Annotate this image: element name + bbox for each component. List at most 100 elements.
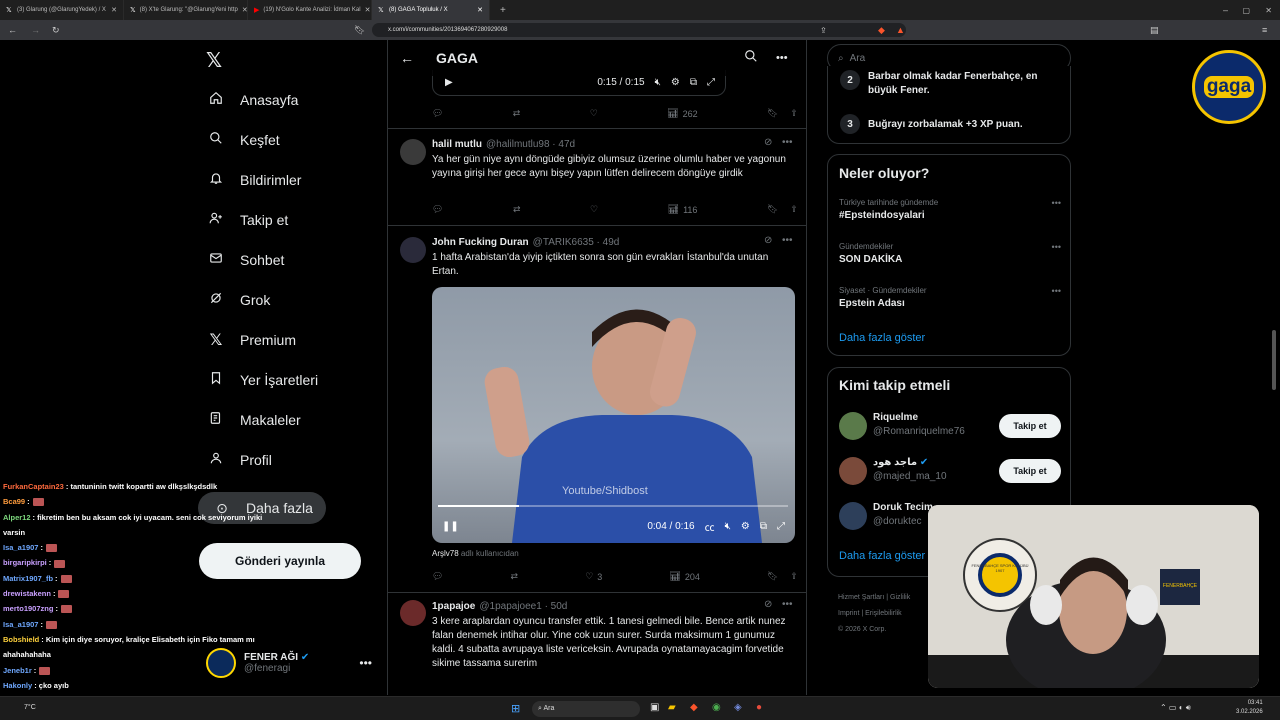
chat-username[interactable]: Bca99 — [3, 497, 25, 506]
close-window-icon[interactable]: ✕ — [1265, 6, 1272, 15]
more-icon[interactable]: ••• — [359, 656, 372, 670]
nav-item-premium[interactable]: 𝕏 Premium — [200, 320, 380, 360]
captions-icon[interactable]: ㏄ — [705, 519, 715, 534]
clock[interactable]: 03:41 3.02.2026 — [1236, 699, 1263, 717]
settings-icon[interactable]: ⚙ — [741, 521, 750, 532]
chat-username[interactable]: birgaripkirpi — [3, 558, 47, 567]
mute-icon[interactable]: 🔇︎ — [725, 521, 731, 532]
trend-item[interactable]: Türkiye tarihinde gündemde #Epsteindosya… — [839, 198, 1061, 221]
folder-icon[interactable]: ▰ — [668, 702, 676, 713]
like-icon[interactable]: ♡ 3 — [585, 571, 602, 582]
back-arrow-icon[interactable]: ← — [400, 50, 414, 66]
more-icon[interactable]: ••• — [782, 599, 793, 610]
search-icon[interactable] — [744, 49, 758, 68]
tweet[interactable]: halil mutlu @halilmutlu98 · 47d ⊘ ••• Ya … — [388, 129, 806, 226]
nav-item-follow[interactable]: Takip et — [200, 200, 380, 240]
like-icon[interactable]: ♡ — [590, 108, 598, 119]
follow-button[interactable]: Takip et — [999, 414, 1061, 438]
browser-tab[interactable]: 𝕏 (8) X'te Glarung: "@GlarungYeni http ✕ — [124, 0, 248, 20]
obs-icon[interactable]: ● — [756, 702, 762, 713]
close-tab-icon[interactable]: ✕ — [242, 6, 247, 14]
chat-username[interactable]: Isa_a1907 — [3, 543, 38, 552]
show-more-link[interactable]: Daha fazla göster — [839, 332, 925, 344]
chat-username[interactable]: Bobshield — [3, 635, 39, 644]
follow-button[interactable]: Takip et — [999, 459, 1061, 483]
share-icon[interactable]: ⇪ — [790, 571, 798, 582]
more-icon[interactable]: ••• — [776, 52, 788, 64]
minimize-icon[interactable]: – — [1223, 5, 1228, 15]
grok-icon[interactable]: ⊘ — [764, 599, 772, 610]
chat-username[interactable]: Alper12 — [3, 513, 31, 522]
nav-item-grok[interactable]: Grok — [200, 280, 380, 320]
new-tab-icon[interactable]: + — [500, 5, 506, 16]
pause-icon[interactable]: ❚❚ — [442, 521, 459, 532]
tweet[interactable]: John Fucking Duran @TARIK6635 · 49d ⊘ •••… — [388, 227, 806, 593]
pip-icon[interactable]: ⧉ — [690, 77, 697, 88]
share-icon[interactable]: ⇪ — [790, 108, 798, 119]
menu-icon[interactable]: ≡ — [1262, 25, 1267, 35]
fullscreen-icon[interactable]: ⤢ — [707, 77, 715, 88]
discord-icon[interactable]: ◈ — [734, 702, 742, 713]
tweet[interactable]: 1papajoe @1papajoee1 · 50d ⊘ ••• 3 kere a… — [388, 594, 806, 695]
nav-item-articles[interactable]: Makaleler — [200, 400, 380, 440]
nav-item-profile[interactable]: Profil — [200, 440, 380, 480]
browser-tab[interactable]: ▶ (19) N'Golo Kante Analizi: İdman Kal ✕ — [248, 0, 372, 20]
forward-icon[interactable]: → — [31, 25, 40, 35]
bookmark-icon[interactable]: 🔖︎ — [767, 108, 778, 119]
mute-icon[interactable]: 🔇︎ — [655, 77, 661, 88]
settings-icon[interactable]: ⚙ — [671, 77, 680, 88]
reload-icon[interactable]: ↻ — [52, 25, 60, 36]
share-icon[interactable]: ⇪ — [820, 26, 827, 35]
pip-icon[interactable]: ⧉ — [760, 521, 767, 532]
trend-item[interactable]: Gündemdekiler SON DAKİKA ••• — [839, 242, 1061, 265]
chat-username[interactable]: Matrix1907_fb — [3, 574, 53, 583]
brave-icon[interactable]: ◆ — [690, 702, 698, 713]
retweet-icon[interactable]: ⇄ — [513, 108, 521, 119]
trend-item[interactable]: Siyaset · Gündemdekiler Epstein Adası ••… — [839, 286, 1061, 309]
chat-username[interactable]: FurkanCaptain23 — [3, 482, 64, 491]
views[interactable]: 📊︎ 116 — [668, 204, 698, 215]
views[interactable]: 📊︎ 262 — [667, 108, 697, 119]
taskbar-search[interactable]: ⌕ Ara — [532, 701, 640, 717]
bookmark-icon[interactable]: 🔖︎ — [767, 571, 778, 582]
progress-track[interactable] — [438, 505, 788, 507]
sidebar-toggle-icon[interactable]: ▤ — [1150, 25, 1159, 36]
video-player[interactable]: Youtube/Shidbost ❚❚ 0:04 / 0:16 ㏄ 🔇︎ ⚙ ⧉… — [432, 287, 795, 543]
back-icon[interactable]: ← — [8, 25, 17, 35]
chrome-icon[interactable]: ◉ — [712, 702, 721, 713]
grok-icon[interactable]: ⊘ — [764, 137, 772, 148]
weather-widget[interactable]: 7°C — [24, 704, 36, 711]
reply-icon[interactable]: 💬︎ — [432, 108, 443, 119]
follow-suggestion[interactable]: ماجد هود ✔ @majed_ma_10 Takip et — [839, 455, 1061, 487]
retweet-icon[interactable]: ⇄ — [511, 571, 519, 582]
more-icon[interactable]: ••• — [782, 235, 793, 246]
chat-username[interactable]: Jeneb1r — [3, 666, 32, 675]
close-tab-icon[interactable]: ✕ — [477, 6, 483, 14]
retweet-icon[interactable]: ⇄ — [513, 204, 521, 215]
maximize-icon[interactable]: ▢ — [1242, 6, 1250, 15]
x-logo[interactable]: 𝕏 — [206, 48, 222, 73]
chat-username[interactable]: drewistakenn — [3, 589, 51, 598]
brave-rewards-icon[interactable]: ▲ — [896, 25, 905, 35]
nav-item-bookmarks[interactable]: Yer İşaretleri — [200, 360, 380, 400]
bookmark-icon[interactable]: 🔖︎ — [767, 204, 778, 215]
more-icon[interactable]: ••• — [1052, 198, 1061, 208]
nav-item-explore[interactable]: Keşfet — [200, 120, 380, 160]
close-tab-icon[interactable]: ✕ — [365, 6, 371, 14]
nav-item-home[interactable]: Anasayfa — [200, 80, 380, 120]
chat-username[interactable]: Hakonly — [3, 681, 32, 690]
chat-username[interactable]: Isa_a1907 — [3, 620, 38, 629]
follow-suggestion[interactable]: Riquelme @Romanriquelme76 Takip et — [839, 410, 1061, 442]
grok-icon[interactable]: ⊘ — [764, 235, 772, 246]
nav-item-notifications[interactable]: Bildirimler — [200, 160, 380, 200]
more-icon[interactable]: ••• — [1052, 286, 1061, 296]
close-tab-icon[interactable]: ✕ — [111, 6, 117, 14]
windows-start-icon[interactable]: ⊞ — [511, 702, 520, 715]
fullscreen-icon[interactable]: ⤢ — [777, 521, 785, 532]
views[interactable]: 📊︎ 204 — [669, 571, 699, 582]
play-icon[interactable]: ▶ — [445, 77, 453, 88]
show-more-link[interactable]: Daha fazla göster — [839, 550, 925, 562]
more-icon[interactable]: ••• — [1052, 242, 1061, 252]
chat-username[interactable]: merto1907zng — [3, 604, 53, 613]
brave-shield-icon[interactable]: ◆ — [878, 25, 885, 36]
